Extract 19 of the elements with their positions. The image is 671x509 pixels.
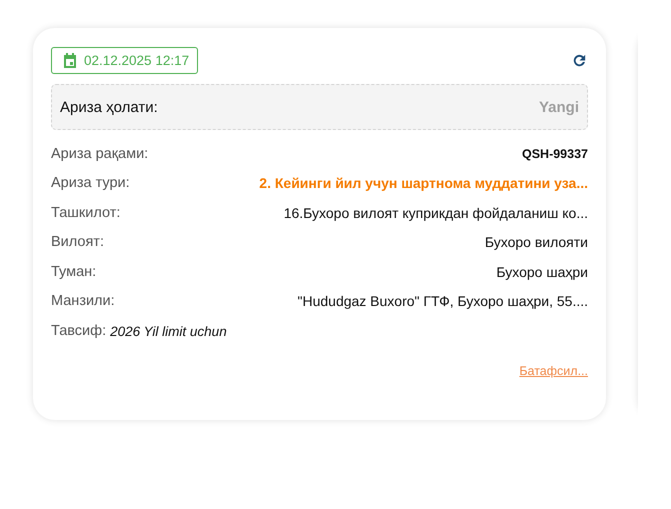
field-label: Ариза рақами:	[51, 146, 148, 162]
status-label: Ариза ҳолати:	[60, 98, 158, 116]
field-value: Бухоро шаҳри	[496, 264, 588, 280]
status-value: Yangi	[538, 98, 579, 116]
field-value: "Hududgaz Buxoro" ГТФ, Бухоро шаҳри, 55....	[298, 293, 588, 310]
calendar-icon	[62, 52, 78, 69]
field-label: Туман:	[51, 264, 96, 280]
field-label: Ариза тури:	[51, 175, 130, 192]
field-label: Манзили:	[51, 293, 115, 310]
date-text: 02.12.2025 12:17	[84, 53, 190, 68]
field-value: QSH-99337	[522, 146, 588, 161]
refresh-icon[interactable]	[571, 52, 588, 69]
field-value: 2. Кейинги йил учун шартнома муддатини уза...	[259, 175, 588, 192]
field-value: 16.Бухоро вилоят куприкдан фойдаланиш ко...	[284, 204, 588, 221]
field-label: Вилоят:	[51, 234, 104, 250]
field-label: Ташкилот:	[51, 204, 120, 221]
details-link[interactable]: Батафсил...	[519, 364, 588, 378]
field-value: Бухоро вилояти	[484, 234, 588, 250]
description-text: Тавсиф: 2026 Yil limit uchun	[51, 322, 228, 341]
